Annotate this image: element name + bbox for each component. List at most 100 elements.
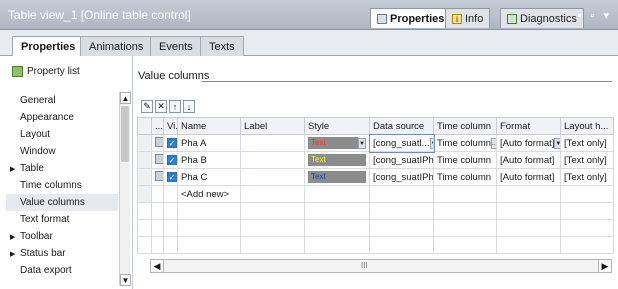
- visible-checkbox[interactable]: ✓: [167, 137, 177, 148]
- sidebar-scrollbar[interactable]: ▲ ▼: [119, 92, 131, 286]
- table-row[interactable]: ✓ Pha B Text [cong_suatIPha... Time colu…: [137, 151, 614, 169]
- tab-info[interactable]: i Info: [445, 8, 491, 28]
- add-new-row[interactable]: <Add new>: [137, 185, 614, 203]
- empty-row: [137, 219, 614, 237]
- chevron-down-icon[interactable]: ▼: [429, 137, 433, 149]
- style-cell[interactable]: Text: [304, 168, 370, 186]
- empty-cell: [240, 202, 305, 220]
- tab-properties[interactable]: Properties: [12, 36, 85, 57]
- tab-properties-top[interactable]: Properties: [370, 8, 452, 28]
- visible-cell[interactable]: ✓: [163, 151, 178, 169]
- add-new-cell[interactable]: <Add new>: [177, 185, 241, 203]
- row-type-cell[interactable]: [151, 151, 164, 169]
- label-cell[interactable]: [240, 151, 305, 169]
- nav-item-layout[interactable]: Layout: [6, 126, 118, 143]
- data-source-cell[interactable]: [cong_suatIPha...: [369, 168, 434, 186]
- table-row[interactable]: ✓ Pha A Text▼ [cong_suatl...▼ Time colum…: [137, 133, 614, 153]
- time-column-cell[interactable]: Time column...: [433, 134, 497, 152]
- tab-events[interactable]: Events: [150, 36, 202, 56]
- nav-item-status-bar[interactable]: ▶ Status bar: [6, 245, 118, 262]
- empty-cell: [496, 202, 561, 220]
- nav-item-label: Table: [20, 163, 44, 174]
- row-gutter[interactable]: [137, 134, 152, 152]
- format-cell[interactable]: [Auto format]: [496, 168, 561, 186]
- header-time-column[interactable]: Time column: [433, 117, 497, 135]
- chevron-down-icon[interactable]: ▼: [358, 137, 366, 149]
- label-cell[interactable]: [240, 134, 305, 152]
- delete-column-icon[interactable]: ✕: [155, 100, 167, 113]
- header-style[interactable]: Style: [304, 117, 370, 135]
- scroll-left-icon[interactable]: ◀: [151, 260, 164, 272]
- time-column-cell[interactable]: Time column: [433, 151, 497, 169]
- row-gutter[interactable]: [137, 168, 152, 186]
- format-cell[interactable]: [Auto format]: [496, 151, 561, 169]
- window-controls[interactable]: ▪ ▫ ▾: [578, 9, 612, 22]
- row-gutter[interactable]: [137, 151, 152, 169]
- grid-horizontal-scrollbar[interactable]: ◀ III ▶: [150, 259, 612, 273]
- tab-animations[interactable]: Animations: [80, 36, 153, 56]
- name-cell[interactable]: Pha C: [177, 168, 241, 186]
- move-down-icon[interactable]: ↓: [183, 100, 195, 113]
- header-label[interactable]: Label: [240, 117, 305, 135]
- scrollbar-thumb[interactable]: [121, 106, 129, 162]
- chevron-down-icon[interactable]: ▼: [554, 137, 560, 149]
- add-column-icon[interactable]: ✎: [141, 100, 153, 113]
- nav-item-window[interactable]: Window: [6, 143, 118, 160]
- time-column-cell[interactable]: Time column: [433, 168, 497, 186]
- nav-item-label: Layout: [20, 129, 51, 140]
- empty-cell: [151, 202, 164, 220]
- visible-checkbox[interactable]: ✓: [167, 171, 177, 182]
- visible-cell[interactable]: ✓: [163, 134, 178, 152]
- row-type-cell[interactable]: [151, 168, 164, 186]
- layout-cell[interactable]: [Text only]: [560, 134, 614, 152]
- layout-cell[interactable]: [Text only]: [560, 168, 614, 186]
- style-cell[interactable]: Text: [304, 151, 370, 169]
- table-row[interactable]: ✓ Pha C Text [cong_suatIPha... Time colu…: [137, 168, 614, 186]
- layout-cell[interactable]: [Text only]: [560, 151, 614, 169]
- empty-cell: [369, 202, 434, 220]
- label-cell[interactable]: [240, 168, 305, 186]
- nav-item-time-columns[interactable]: Time columns: [6, 177, 118, 194]
- format-cell[interactable]: [Auto format]▼: [496, 134, 561, 152]
- empty-cell: [496, 219, 561, 237]
- name-cell[interactable]: Pha B: [177, 151, 241, 169]
- expand-arrow-icon[interactable]: ▶: [10, 233, 18, 241]
- property-list-header[interactable]: Property list: [12, 66, 80, 77]
- ellipsis-button[interactable]: ...: [491, 137, 496, 149]
- properties-icon: [377, 13, 387, 24]
- empty-cell: [560, 236, 614, 254]
- nav-item-table[interactable]: ▶ Table: [6, 160, 118, 177]
- tab-diagnostics[interactable]: Diagnostics: [500, 8, 584, 28]
- scroll-right-icon[interactable]: ▶: [598, 260, 611, 272]
- nav-item-text-format[interactable]: Text format: [6, 211, 118, 228]
- nav-item-appearance[interactable]: Appearance: [6, 109, 118, 126]
- header-format[interactable]: Format: [496, 117, 561, 135]
- style-cell[interactable]: Text ▼: [304, 134, 370, 152]
- empty-cell: [433, 202, 497, 220]
- tab-texts[interactable]: Texts: [200, 36, 244, 56]
- nav-item-data-export[interactable]: Data export: [6, 262, 118, 279]
- expand-arrow-icon[interactable]: ▶: [10, 250, 18, 258]
- scrollbar-grip[interactable]: III: [361, 261, 368, 270]
- data-source-cell[interactable]: [cong_suatl...▼: [368, 133, 435, 153]
- scroll-down-icon[interactable]: ▼: [120, 274, 131, 286]
- row-type-cell[interactable]: [151, 134, 164, 152]
- header-name[interactable]: Name: [177, 117, 241, 135]
- header-layout[interactable]: Layout h...: [560, 117, 614, 135]
- visible-cell[interactable]: ✓: [163, 168, 178, 186]
- data-source-cell[interactable]: [cong_suatIPha...: [369, 151, 434, 169]
- time-column-value: Time column: [437, 137, 492, 149]
- expand-arrow-icon[interactable]: ▶: [10, 165, 18, 173]
- nav-item-toolbar[interactable]: ▶ Toolbar: [6, 228, 118, 245]
- move-up-icon[interactable]: ↑: [169, 100, 181, 113]
- header-visible[interactable]: Vi...: [163, 117, 178, 135]
- empty-cell: [369, 236, 434, 254]
- visible-checkbox[interactable]: ✓: [167, 154, 177, 165]
- nav-item-general[interactable]: General: [6, 92, 118, 109]
- nav-item-value-columns[interactable]: Value columns: [6, 194, 118, 211]
- header-data-source[interactable]: Data source: [369, 117, 434, 135]
- header-dots[interactable]: ...: [151, 117, 164, 135]
- row-gutter[interactable]: [137, 185, 152, 203]
- name-cell[interactable]: Pha A: [177, 134, 241, 152]
- scroll-up-icon[interactable]: ▲: [120, 92, 131, 104]
